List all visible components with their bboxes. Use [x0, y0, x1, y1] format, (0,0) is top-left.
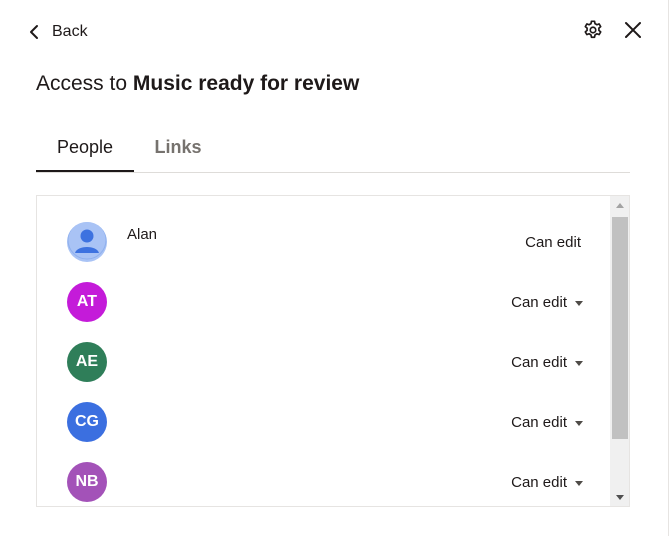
back-button[interactable]: Back [28, 18, 88, 46]
list-item: AE Can edit [37, 332, 607, 392]
caret-down-icon [575, 420, 583, 426]
shared-item-name: Music ready for review [132, 72, 360, 95]
permission-label: Can edit [511, 474, 567, 491]
caret-down-icon [575, 480, 583, 486]
scrollbar[interactable] [610, 196, 629, 506]
scrollbar-thumb[interactable] [612, 217, 628, 439]
tab-bar: People Links [36, 128, 630, 173]
avatar: CG [67, 402, 107, 442]
avatar [67, 222, 107, 262]
permission-dropdown[interactable]: Can edit [511, 414, 583, 431]
person-name: Alan [127, 226, 158, 243]
settings-button[interactable] [579, 18, 607, 46]
list-item: NB Can edit [37, 452, 607, 506]
caret-down-icon [575, 300, 583, 306]
avatar: AE [67, 342, 107, 382]
triangle-down-icon [615, 494, 624, 500]
back-label: Back [52, 23, 88, 40]
scroll-up-button[interactable] [610, 196, 629, 214]
triangle-up-icon [615, 202, 624, 208]
permission-label: Can edit [511, 354, 567, 371]
permission-dropdown[interactable]: Can edit [511, 294, 583, 311]
close-button[interactable] [619, 18, 647, 46]
permission-dropdown[interactable]: Can edit [511, 474, 583, 491]
avatar: NB [67, 462, 107, 502]
list-item: CG Can edit [37, 392, 607, 452]
people-list[interactable]: Alan Can edit AT Can edit AE Can edit CG… [36, 195, 630, 507]
user-photo-icon [67, 222, 107, 262]
title-prefix: Access to [36, 72, 133, 95]
permission-label: Can edit [511, 294, 567, 311]
avatar: AT [67, 282, 107, 322]
permission-label: Can edit [525, 234, 581, 251]
gear-icon [582, 19, 604, 46]
list-item: Alan Can edit [37, 212, 607, 272]
sharing-panel: Back Access to Music ready for review Pe… [0, 0, 669, 536]
scroll-down-button[interactable] [610, 488, 629, 506]
list-item: AT Can edit [37, 272, 607, 332]
permission-dropdown[interactable]: Can edit [511, 354, 583, 371]
tab-links[interactable]: Links [154, 128, 202, 172]
panel-title: Access to Music ready for review [36, 72, 359, 96]
chevron-left-icon [28, 24, 40, 40]
caret-down-icon [575, 360, 583, 366]
permission-label: Can edit [511, 414, 567, 431]
close-icon [624, 21, 642, 44]
tab-people[interactable]: People [36, 128, 134, 172]
